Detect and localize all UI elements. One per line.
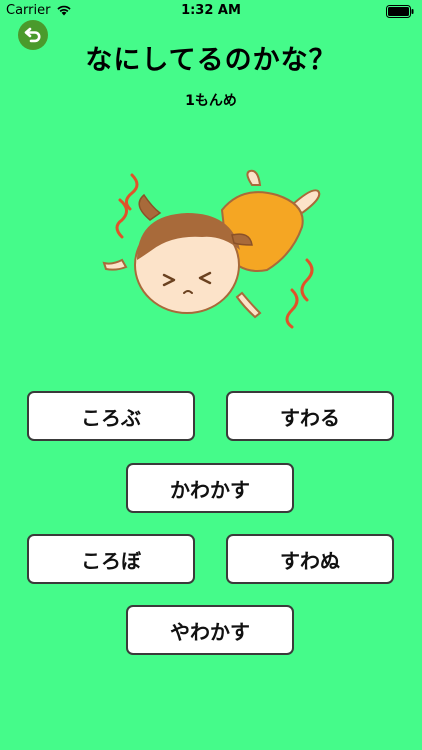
page-title: なにしてるのかな？ (85, 45, 337, 76)
question-counter: 1もんめ (185, 93, 237, 109)
motion-line-icon (115, 198, 128, 239)
motion-line-icon (300, 258, 314, 302)
answer-button-1[interactable]: ころぶ (27, 391, 195, 441)
answer-button-4[interactable]: ころぼ (27, 534, 195, 584)
clock: 1:32 AM (181, 3, 241, 18)
answer-button-2[interactable]: すわる (226, 391, 394, 441)
answer-button-3[interactable]: かわかす (126, 463, 294, 513)
answer-button-6[interactable]: やわかす (126, 605, 294, 655)
motion-line-icon (285, 288, 299, 329)
status-bar: Carrier 1:32 AM (0, 0, 422, 24)
answer-button-5[interactable]: すわぬ (226, 534, 394, 584)
battery-icon (386, 5, 414, 18)
motion-line-icon (125, 173, 139, 211)
girl-falling-illustration (102, 169, 321, 329)
